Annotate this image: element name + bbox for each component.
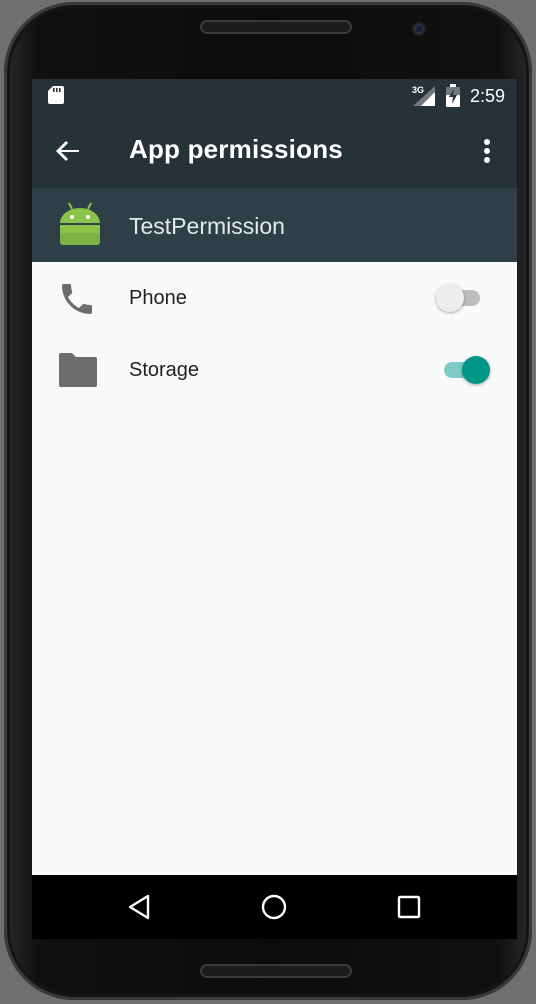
battery-charging-icon bbox=[446, 84, 460, 107]
app-toolbar: App permissions bbox=[32, 111, 517, 188]
status-bar: 3G 2:59 bbox=[32, 79, 517, 111]
permission-row-phone[interactable]: Phone bbox=[32, 262, 517, 334]
permission-row-storage[interactable]: Storage bbox=[32, 334, 517, 406]
nav-recents-icon[interactable] bbox=[393, 891, 425, 923]
toggle-thumb bbox=[436, 284, 464, 312]
folder-icon bbox=[59, 353, 97, 387]
phone-permission-toggle[interactable] bbox=[434, 282, 490, 314]
permission-label-storage: Storage bbox=[129, 359, 200, 381]
navigation-bar bbox=[32, 875, 517, 939]
screen: 3G 2:59 App permissions TestPermission P… bbox=[32, 79, 517, 939]
page-title: App permissions bbox=[129, 134, 343, 164]
nav-back-icon[interactable] bbox=[124, 891, 156, 923]
app-name: TestPermission bbox=[129, 213, 285, 239]
nav-home-icon[interactable] bbox=[258, 891, 290, 923]
toggle-thumb bbox=[462, 356, 490, 384]
clock: 2:59 bbox=[469, 86, 505, 106]
permission-label-phone: Phone bbox=[129, 287, 187, 309]
android-robot-icon bbox=[60, 202, 100, 245]
phone-icon bbox=[62, 284, 92, 314]
sd-card-icon bbox=[48, 86, 64, 104]
signal-icon bbox=[413, 86, 435, 106]
device-frame: 3G 2:59 App permissions TestPermission P… bbox=[4, 2, 532, 1000]
bottom-speaker bbox=[200, 964, 352, 978]
arrow-back-icon[interactable] bbox=[52, 135, 84, 167]
front-camera bbox=[414, 24, 424, 34]
top-speaker bbox=[200, 20, 352, 34]
more-vert-icon[interactable] bbox=[478, 135, 496, 167]
app-header: TestPermission bbox=[32, 188, 517, 262]
storage-permission-toggle[interactable] bbox=[434, 354, 490, 386]
